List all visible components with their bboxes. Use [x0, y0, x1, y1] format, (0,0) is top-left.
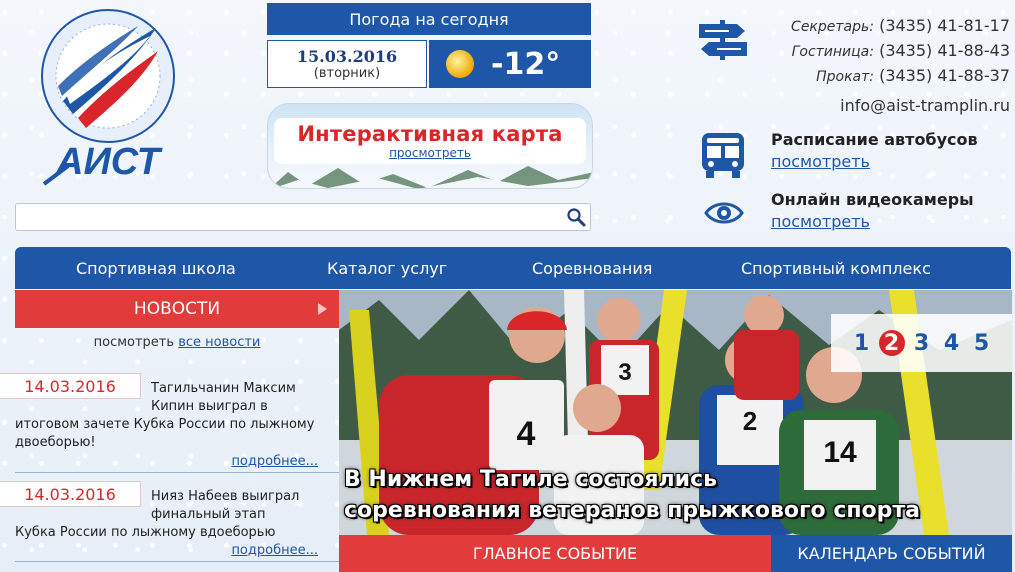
news-more-link[interactable]: подробнее... — [231, 454, 318, 469]
all-news-link[interactable]: все новости — [178, 335, 260, 350]
arrow-right-icon — [318, 303, 327, 315]
slider-page-4[interactable]: 4 — [939, 330, 965, 356]
slider-pager: 1 2 3 4 5 — [831, 314, 1012, 372]
slider-headline-line-2[interactable]: соревнования ветеранов прыжкового спорта — [344, 498, 920, 523]
main-nav: Спортивная школа Каталог услуг Соревнова… — [15, 247, 1011, 289]
slider-page-2[interactable]: 2 — [878, 330, 905, 356]
contact-label: Гостиница: — [791, 44, 874, 60]
contact-phone[interactable]: (3435) 41-81-17 — [879, 16, 1010, 35]
news-divider — [15, 561, 339, 562]
events-calendar-tab[interactable]: КАЛЕНДАРЬ СОБЫТИЙ — [771, 535, 1012, 572]
map-view-link[interactable]: просмотреть — [389, 146, 471, 160]
news-divider — [15, 472, 339, 473]
news-more-link[interactable]: подробнее... — [231, 543, 318, 558]
slider-page-5[interactable]: 5 — [969, 330, 995, 356]
weather-temperature-box: -12° — [429, 40, 591, 88]
news-headline[interactable]: Тагильчанин Максим Кипин выиграл в — [151, 380, 336, 416]
signpost-icon — [697, 20, 749, 64]
interactive-map-banner[interactable]: Интерактивная карта просмотреть — [267, 103, 593, 189]
contact-secretary: Секретарь: (3435) 41-81-17 — [791, 14, 1010, 39]
bib-number: 4 — [517, 415, 536, 453]
weather-weekday: (вторник) — [313, 66, 381, 81]
weather-date-box: 15.03.2016 (вторник) — [267, 40, 427, 88]
all-news-row: посмотреть все новости — [15, 335, 339, 350]
contact-label: Секретарь: — [791, 19, 874, 35]
all-news-prefix: посмотреть — [93, 335, 175, 350]
search-bar — [15, 203, 591, 231]
news-date: 14.03.2016 — [0, 481, 141, 507]
contact-label: Прокат: — [816, 69, 874, 85]
news-headline[interactable]: Нияз Набеев выиграл финальный этап — [151, 488, 336, 524]
contacts-block: Секретарь: (3435) 41-81-17 Гостиница: (3… — [791, 14, 1010, 89]
contact-phone[interactable]: (3435) 41-88-37 — [879, 66, 1010, 85]
slider-page-3[interactable]: 3 — [909, 330, 935, 356]
nav-services-catalog[interactable]: Каталог услуг — [327, 259, 447, 278]
news-headline-cont[interactable]: Кубка России по лыжному вдоеборью — [15, 524, 335, 542]
webcams-block: Онлайн видеокамеры посмотреть — [771, 189, 974, 233]
weather-title: Погода на сегодня — [267, 3, 591, 35]
contact-hotel: Гостиница: (3435) 41-88-43 — [791, 39, 1010, 64]
news-date: 14.03.2016 — [0, 373, 141, 399]
sun-icon — [429, 40, 491, 88]
contact-phone[interactable]: (3435) 41-88-43 — [879, 41, 1010, 60]
eye-icon — [704, 198, 744, 232]
contact-rental: Прокат: (3435) 41-88-37 — [791, 64, 1010, 89]
site-logo[interactable]: АИСТ — [38, 6, 178, 196]
contact-email[interactable]: info@aist-tramplin.ru — [840, 96, 1010, 115]
bib-number: 14 — [823, 436, 857, 469]
main-event-tab[interactable]: ГЛАВНОЕ СОБЫТИЕ — [339, 535, 771, 572]
map-title: Интерактивная карта — [297, 122, 563, 146]
bus-schedule-title: Расписание автобусов — [771, 130, 978, 149]
webcams-title: Онлайн видеокамеры — [771, 190, 974, 209]
bus-schedule-block: Расписание автобусов посмотреть — [771, 129, 978, 173]
weather-date: 15.03.2016 — [296, 47, 398, 66]
nav-sports-school[interactable]: Спортивная школа — [76, 259, 236, 278]
nav-sports-complex[interactable]: Спортивный комплекс — [741, 259, 931, 278]
nav-competitions[interactable]: Соревнования — [532, 259, 652, 278]
news-header[interactable]: НОВОСТИ — [15, 290, 339, 328]
search-input[interactable] — [16, 204, 556, 230]
weather-temperature: -12° — [491, 46, 561, 82]
bib-number: 3 — [618, 359, 631, 386]
slider-page-1[interactable]: 1 — [849, 330, 875, 356]
logo-wordmark: АИСТ — [55, 141, 163, 183]
slider-headline-line-1[interactable]: В Нижнем Тагиле состоялись — [344, 467, 717, 492]
news-title: НОВОСТИ — [133, 299, 221, 319]
search-icon[interactable] — [566, 207, 586, 231]
bus-icon — [698, 131, 748, 183]
webcams-link[interactable]: посмотреть — [771, 211, 974, 233]
bus-schedule-link[interactable]: посмотреть — [771, 151, 978, 173]
news-headline-cont[interactable]: итоговом зачете Кубка России по лыжному … — [15, 416, 335, 452]
bib-number: 2 — [743, 406, 757, 436]
